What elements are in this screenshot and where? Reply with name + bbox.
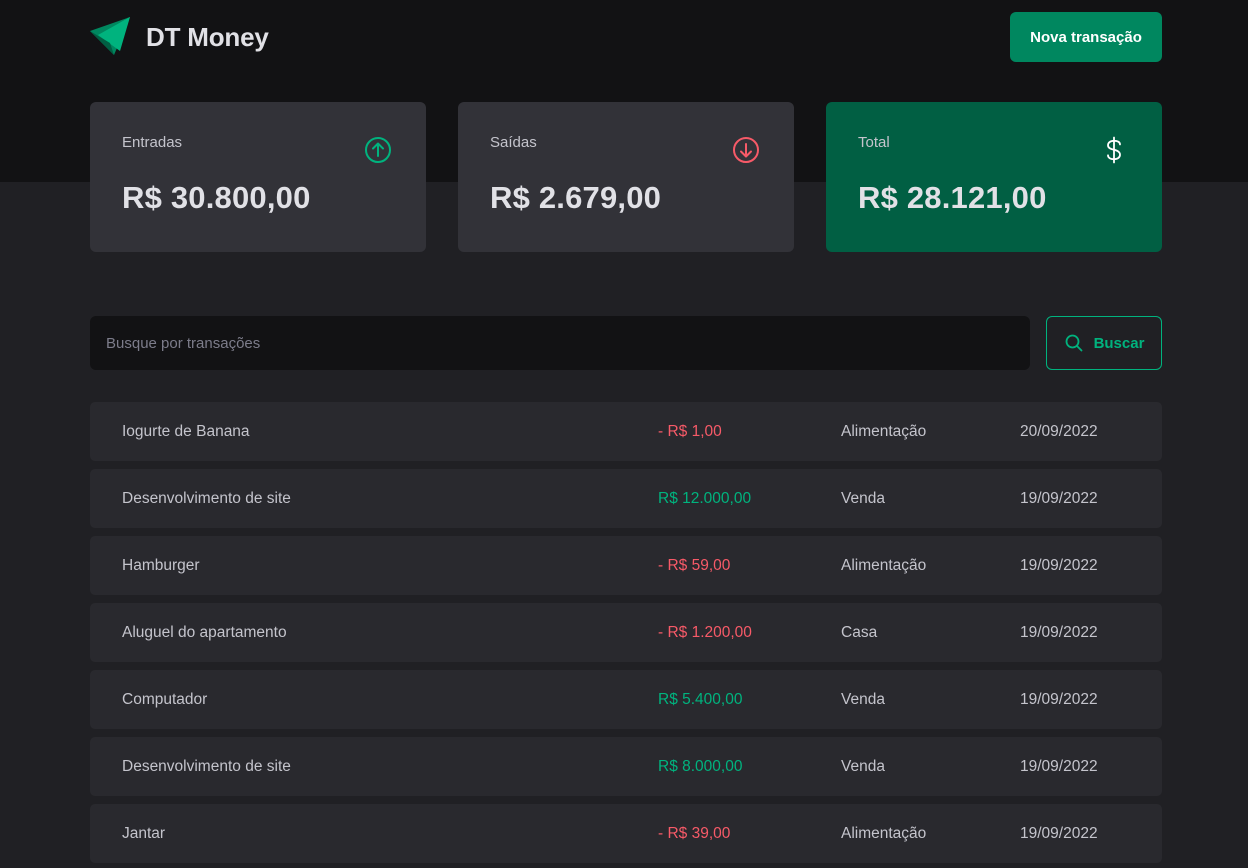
transaction-price: R$ 12.000,00 xyxy=(658,489,752,507)
search-input[interactable] xyxy=(90,316,1030,370)
transaction-date: 19/09/2022 xyxy=(1020,623,1098,641)
summary-card-total: Total R$ 28.121,00 xyxy=(826,102,1162,252)
search-button[interactable]: Buscar xyxy=(1046,316,1162,370)
transaction-category: Venda xyxy=(841,690,885,708)
transaction-category: Alimentação xyxy=(841,422,927,440)
summary: Entradas R$ 30.800,00 Saídas R$ 2.679,00… xyxy=(90,102,1162,252)
transaction-description: Hamburger xyxy=(122,556,200,574)
transaction-category: Alimentação xyxy=(841,824,927,842)
transaction-price: - R$ 59,00 xyxy=(658,556,731,574)
transaction-description: Jantar xyxy=(122,824,166,842)
table-row: Desenvolvimento de site R$ 8.000,00 Vend… xyxy=(90,737,1162,796)
table-row: Hamburger - R$ 59,00 Alimentação 19/09/2… xyxy=(90,536,1162,595)
transaction-category: Casa xyxy=(841,623,878,641)
transaction-date: 19/09/2022 xyxy=(1020,556,1098,574)
table-row: Computador R$ 5.400,00 Venda 19/09/2022 xyxy=(90,670,1162,729)
arrow-circle-down-icon xyxy=(733,137,759,163)
currency-dollar-icon xyxy=(1107,136,1121,164)
transaction-category: Venda xyxy=(841,489,885,507)
search-form: Buscar xyxy=(90,316,1162,370)
outcome-label: Saídas xyxy=(490,134,537,151)
transaction-price: R$ 5.400,00 xyxy=(658,690,743,708)
search-button-label: Buscar xyxy=(1093,334,1145,352)
income-label: Entradas xyxy=(122,134,183,151)
transaction-description: Iogurte de Banana xyxy=(122,422,250,440)
income-value: R$ 30.800,00 xyxy=(122,180,311,215)
transaction-category: Venda xyxy=(841,757,885,775)
transaction-price: - R$ 1,00 xyxy=(658,422,722,440)
table-row: Iogurte de Banana - R$ 1,00 Alimentação … xyxy=(90,402,1162,461)
app-header: DT Money Nova transação xyxy=(90,12,1162,62)
summary-card-outcome: Saídas R$ 2.679,00 xyxy=(458,102,794,252)
transactions-table: Iogurte de Banana - R$ 1,00 Alimentação … xyxy=(90,402,1162,863)
transaction-price: R$ 8.000,00 xyxy=(658,757,743,775)
transaction-description: Computador xyxy=(122,690,208,708)
transaction-description: Desenvolvimento de site xyxy=(122,757,291,775)
transaction-category: Alimentação xyxy=(841,556,927,574)
transaction-price: - R$ 1.200,00 xyxy=(658,623,752,641)
outcome-value: R$ 2.679,00 xyxy=(490,180,662,215)
transaction-date: 20/09/2022 xyxy=(1020,422,1098,440)
transaction-description: Desenvolvimento de site xyxy=(122,489,291,507)
brand-name: DT Money xyxy=(146,21,269,52)
logo-icon xyxy=(90,17,130,55)
transaction-price: - R$ 39,00 xyxy=(658,824,731,842)
transaction-description: Aluguel do apartamento xyxy=(122,623,287,641)
transaction-date: 19/09/2022 xyxy=(1020,690,1098,708)
total-value: R$ 28.121,00 xyxy=(858,180,1047,215)
transaction-date: 19/09/2022 xyxy=(1020,757,1098,775)
transaction-date: 19/09/2022 xyxy=(1020,824,1098,842)
arrow-circle-up-icon xyxy=(365,137,391,163)
summary-card-income: Entradas R$ 30.800,00 xyxy=(90,102,426,252)
brand: DT Money xyxy=(90,17,269,57)
table-row: Desenvolvimento de site R$ 12.000,00 Ven… xyxy=(90,469,1162,528)
table-row: Jantar - R$ 39,00 Alimentação 19/09/2022 xyxy=(90,804,1162,863)
table-row: Aluguel do apartamento - R$ 1.200,00 Cas… xyxy=(90,603,1162,662)
total-label: Total xyxy=(858,134,890,151)
magnifier-icon xyxy=(1065,334,1082,352)
new-transaction-button[interactable]: Nova transação xyxy=(1010,12,1162,62)
transaction-date: 19/09/2022 xyxy=(1020,489,1098,507)
